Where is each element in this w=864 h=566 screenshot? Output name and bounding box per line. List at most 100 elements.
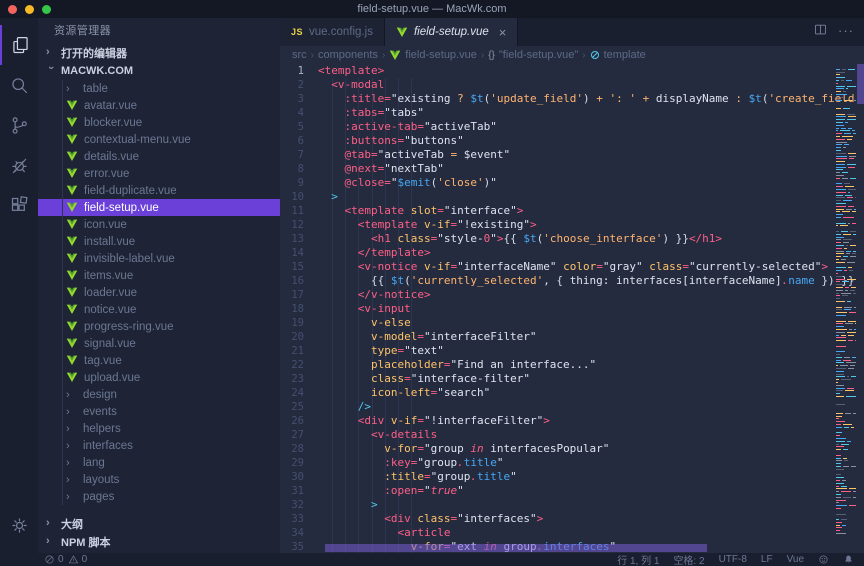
code-line-2[interactable]: 2 <v-modal: [280, 78, 864, 92]
code-line-20[interactable]: 20 v-model="interfaceFilter": [280, 330, 864, 344]
code-line-27[interactable]: 27 <v-details: [280, 428, 864, 442]
zoom-window-button[interactable]: [42, 5, 51, 14]
close-tab-icon[interactable]: ×: [499, 25, 507, 40]
line-number[interactable]: 33: [280, 512, 318, 526]
search-icon[interactable]: [0, 65, 38, 105]
code-line-31[interactable]: 31 :open="true": [280, 484, 864, 498]
line-number[interactable]: 7: [280, 148, 318, 162]
tree-item-contextual-menu.vue[interactable]: contextual-menu.vue: [38, 131, 280, 148]
line-number[interactable]: 15: [280, 260, 318, 274]
line-number[interactable]: 22: [280, 358, 318, 372]
code-line-22[interactable]: 22 placeholder="Find an interface...": [280, 358, 864, 372]
line-number[interactable]: 17: [280, 288, 318, 302]
tree-item-avatar.vue[interactable]: avatar.vue: [38, 97, 280, 114]
problems-errors[interactable]: 0: [44, 554, 64, 565]
code-line-26[interactable]: 26 <div v-if="!interfaceFilter">: [280, 414, 864, 428]
line-number[interactable]: 26: [280, 414, 318, 428]
code-line-15[interactable]: 15 <v-notice v-if="interfaceName" color=…: [280, 260, 864, 274]
tree-item-upload.vue[interactable]: upload.vue: [38, 369, 280, 386]
line-number[interactable]: 28: [280, 442, 318, 456]
line-number[interactable]: 19: [280, 316, 318, 330]
code-line-33[interactable]: 33 <div class="interfaces">: [280, 512, 864, 526]
line-number[interactable]: 34: [280, 526, 318, 540]
settings-gear-icon[interactable]: [0, 505, 38, 545]
line-number[interactable]: 3: [280, 92, 318, 106]
line-number[interactable]: 13: [280, 232, 318, 246]
line-number[interactable]: 32: [280, 498, 318, 512]
feedback-smiley-icon[interactable]: [818, 554, 829, 565]
tree-item-invisible-label.vue[interactable]: invisible-label.vue: [38, 250, 280, 267]
status-item-2[interactable]: 空格: 2: [673, 552, 704, 566]
status-item-UTF8[interactable]: UTF-8: [719, 554, 747, 565]
code-line-12[interactable]: 12 <template v-if="!existing">: [280, 218, 864, 232]
code-line-10[interactable]: 10 >: [280, 190, 864, 204]
tree-item-lang[interactable]: ›lang: [38, 454, 280, 471]
tree-item-tag.vue[interactable]: tag.vue: [38, 352, 280, 369]
line-number[interactable]: 12: [280, 218, 318, 232]
workspace-root-section[interactable]: › MACWK.COM: [38, 62, 280, 80]
tree-item-table[interactable]: ›table: [38, 80, 280, 97]
tree-item-signal.vue[interactable]: signal.vue: [38, 335, 280, 352]
tab-field-setup.vue[interactable]: field-setup.vue×: [385, 18, 518, 46]
code-line-28[interactable]: 28 v-for="group in interfacesPopular": [280, 442, 864, 456]
minimap[interactable]: [836, 66, 856, 539]
line-number[interactable]: 8: [280, 162, 318, 176]
code-line-14[interactable]: 14 </template>: [280, 246, 864, 260]
line-number[interactable]: 21: [280, 344, 318, 358]
tree-item-helpers[interactable]: ›helpers: [38, 420, 280, 437]
more-actions-icon[interactable]: ···: [838, 23, 854, 38]
debug-icon[interactable]: [0, 145, 38, 185]
line-number[interactable]: 16: [280, 274, 318, 288]
line-number[interactable]: 27: [280, 428, 318, 442]
line-number[interactable]: 5: [280, 120, 318, 134]
code-line-21[interactable]: 21 type="text": [280, 344, 864, 358]
line-number[interactable]: 23: [280, 372, 318, 386]
tree-item-field-duplicate.vue[interactable]: field-duplicate.vue: [38, 182, 280, 199]
vertical-scrollbar[interactable]: [857, 64, 864, 104]
code-line-25[interactable]: 25 />: [280, 400, 864, 414]
code-line-11[interactable]: 11 <template slot="interface">: [280, 204, 864, 218]
code-line-30[interactable]: 30 :title="group.title": [280, 470, 864, 484]
tree-item-icon.vue[interactable]: icon.vue: [38, 216, 280, 233]
tree-item-error.vue[interactable]: error.vue: [38, 165, 280, 182]
line-number[interactable]: 1: [280, 64, 318, 78]
line-number[interactable]: 4: [280, 106, 318, 120]
line-number[interactable]: 11: [280, 204, 318, 218]
extensions-icon[interactable]: [0, 185, 38, 225]
code-line-1[interactable]: 1<template>: [280, 64, 864, 78]
tree-item-interfaces[interactable]: ›interfaces: [38, 437, 280, 454]
code-editor[interactable]: 1<template>2 <v-modal3 :title="existing …: [280, 64, 864, 553]
line-number[interactable]: 31: [280, 484, 318, 498]
horizontal-scrollbar[interactable]: [325, 544, 707, 552]
tree-item-items.vue[interactable]: items.vue: [38, 267, 280, 284]
line-number[interactable]: 24: [280, 386, 318, 400]
code-line-4[interactable]: 4 :tabs="tabs": [280, 106, 864, 120]
line-number[interactable]: 10: [280, 190, 318, 204]
breadcrumb-item-src[interactable]: src: [292, 49, 307, 61]
tree-item-events[interactable]: ›events: [38, 403, 280, 420]
tree-item-progress-ring.vue[interactable]: progress-ring.vue: [38, 318, 280, 335]
status-item-11[interactable]: 行 1, 列 1: [617, 552, 659, 566]
problems-warnings[interactable]: 0: [68, 554, 88, 565]
breadcrumb-item-template[interactable]: template: [590, 49, 646, 61]
tree-item-blocker.vue[interactable]: blocker.vue: [38, 114, 280, 131]
code-line-19[interactable]: 19 v-else: [280, 316, 864, 330]
line-number[interactable]: 6: [280, 134, 318, 148]
code-line-32[interactable]: 32 >: [280, 498, 864, 512]
status-item-Vue[interactable]: Vue: [787, 554, 804, 565]
line-number[interactable]: 25: [280, 400, 318, 414]
source-control-icon[interactable]: [0, 105, 38, 145]
code-line-17[interactable]: 17 </v-notice>: [280, 288, 864, 302]
tree-item-notice.vue[interactable]: notice.vue: [38, 301, 280, 318]
line-number[interactable]: 29: [280, 456, 318, 470]
tree-item-install.vue[interactable]: install.vue: [38, 233, 280, 250]
code-line-18[interactable]: 18 <v-input: [280, 302, 864, 316]
code-line-8[interactable]: 8 @next="nextTab": [280, 162, 864, 176]
code-line-9[interactable]: 9 @close="$emit('close')": [280, 176, 864, 190]
tree-item-layouts[interactable]: ›layouts: [38, 471, 280, 488]
tree-item-loader.vue[interactable]: loader.vue: [38, 284, 280, 301]
close-window-button[interactable]: [8, 5, 17, 14]
code-line-3[interactable]: 3 :title="existing ? $t('update_field') …: [280, 92, 864, 106]
npm-scripts-section[interactable]: › NPM 脚本: [38, 533, 280, 551]
line-number[interactable]: 14: [280, 246, 318, 260]
